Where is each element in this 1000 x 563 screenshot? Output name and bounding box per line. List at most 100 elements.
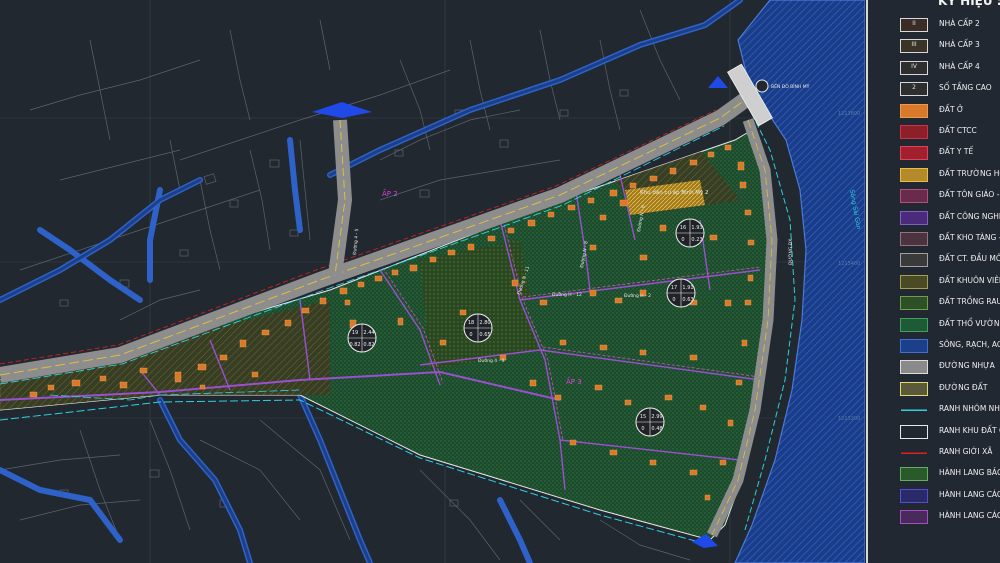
legend-item: ĐẤT TÔN GIÁO - DI TÍCH (868, 188, 1000, 208)
legend-swatch (900, 381, 928, 396)
legend-swatch: III (900, 39, 928, 54)
legend-swatch (900, 210, 928, 225)
legend-label: SỐ TẦNG CAO (939, 83, 992, 93)
lot-marker-1: 19 2.44 0.82 0.82 (347, 323, 377, 353)
lot-marker-2-v2: 2.80 (479, 320, 490, 326)
legend-label: ĐẤT CT. ĐẦU MỐI HẠ TẦNG (939, 254, 1000, 264)
lot-marker-2-v0: 18 (468, 320, 474, 326)
legend-item: ĐẤT TRƯỜNG HỌC (868, 167, 1000, 187)
legend-item: IV NHÀ CẤP 4 (868, 60, 1000, 80)
legend-panel: KÝ HIỆU : II NHÀ CẤP 2 III NHÀ CẤP 3 IV NHÀ C… (866, 0, 1000, 563)
lot-marker-3: 17 1.91 0 0.63 (666, 278, 696, 308)
lot-marker-2-v4: 0.65 (479, 332, 490, 338)
lot-marker-2-v3: 0 (469, 332, 472, 338)
legend-label: RANH GIỚI XÃ (939, 447, 993, 456)
coord-label-2: 1213400 (838, 261, 860, 267)
legend-label: NHÀ CẤP 3 (939, 40, 980, 50)
legend-swatch (900, 360, 928, 375)
road-label-7: ĐƯỜNG ĐX (787, 239, 794, 265)
legend-item: HÀNH LANG CÁCH LY ĐƯỜNG (868, 509, 1000, 529)
legend-item: 2 SỐ TẦNG CAO (868, 81, 1000, 101)
legend-label: ĐẤT TÔN GIÁO - DI TÍCH (939, 190, 1000, 200)
lot-marker-4-v2: 1.93 (691, 225, 702, 231)
legend-label: HÀNH LANG CÁCH LY ĐIỆN (939, 489, 1000, 499)
lot-marker-1-v2: 2.44 (363, 330, 374, 336)
legend-item: ĐẤT KHO TÀNG - BẾN BÃI (868, 231, 1000, 251)
legend-item: RANH NHÓM NHÀ (868, 402, 1000, 422)
legend-label: ĐẤT KHUÔN VIÊN NHÀ (939, 275, 1000, 285)
legend-label: NHÀ CẤP 4 (939, 61, 980, 71)
legend-item: ĐƯỜNG NHỰA (868, 359, 1000, 379)
legend-item: ĐẤT TRỒNG RAU VÀ LÚA (868, 295, 1000, 315)
legend-item: RANH GIỚI XÃ (868, 445, 1000, 465)
legend-swatch (900, 253, 928, 268)
legend-label: ĐẤT TRƯỜNG HỌC (939, 168, 1000, 178)
coord-label-3: 1213200 (838, 416, 860, 422)
lot-marker-4-v3: 0 (681, 237, 684, 243)
legend-swatch: 2 (900, 82, 928, 97)
lot-marker-1-v3: 0.82 (349, 342, 360, 348)
legend-item: ĐẤT CTCC (868, 124, 1000, 144)
lot-marker-1-v4: 0.82 (363, 342, 374, 348)
legend-label: HÀNH LANG CÁCH LY ĐƯỜNG (939, 511, 1000, 521)
legend-swatch (900, 510, 928, 525)
legend-swatch (900, 103, 928, 118)
lot-marker-2: 18 2.80 0 0.65 (463, 313, 493, 343)
lot-marker-3-v4: 0.63 (682, 297, 693, 303)
legend-swatch (900, 146, 928, 161)
lot-marker-5-v4: 0.48 (651, 426, 662, 432)
legend-swatch (900, 403, 928, 418)
lot-marker-5-v2: 2.99 (651, 414, 662, 420)
road-label-3: Đường H - 2 (624, 292, 651, 299)
lot-marker-3-v2: 1.91 (682, 285, 693, 291)
area-label: Khu dân cư ấp Bình Mỹ 2 (640, 189, 709, 196)
hamlet-label-3: ẤP 3 (566, 376, 582, 386)
legend-swatch (900, 488, 928, 503)
lot-marker-4-v0: 16 (680, 225, 686, 231)
legend-item: III NHÀ CẤP 3 (868, 38, 1000, 58)
legend-label: ĐẤT KHO TÀNG - BẾN BÃI (939, 233, 1000, 242)
planning-map: 19 2.44 0.82 0.82 18 2.80 0 0.65 17 1.91 (0, 0, 865, 563)
lot-marker-5-v0: 15 (640, 414, 646, 420)
legend-swatch-mark: III (911, 41, 917, 49)
legend-swatch (900, 189, 928, 204)
legend-item: ĐẤT Y TẾ (868, 145, 1000, 165)
legend-item: HÀNH LANG CÁCH LY ĐIỆN (868, 488, 1000, 508)
legend-label: ĐẤT Ở (939, 104, 964, 114)
legend-label: HÀNH LANG BẢO VỆ SÔNG (939, 468, 1000, 478)
legend-swatch: IV (900, 60, 928, 75)
lot-marker-4-v4: 0.23 (691, 237, 702, 243)
lot-marker-5: 15 2.99 0 0.48 (635, 407, 665, 437)
legend-label: ĐẤT TRỒNG RAU VÀ LÚA (939, 297, 1000, 307)
legend-title: KÝ HIỆU : (938, 0, 1000, 8)
legend-item: ĐẤT CÔNG NGHIỆP - TTCN (868, 210, 1000, 230)
legend-swatch-mark: IV (911, 62, 917, 70)
legend-item: ĐẤT KHUÔN VIÊN NHÀ (868, 274, 1000, 294)
road-label-2: Đường H - 12 (552, 291, 582, 298)
legend-item: SÔNG, RẠCH, AO, HỒ (868, 338, 1000, 358)
legend-item: ĐẤT THỔ VƯỜN (868, 317, 1000, 337)
legend-item: ĐẤT CT. ĐẦU MỐI HẠ TẦNG (868, 252, 1000, 272)
road-label-1: Đường 4 - 9 (478, 357, 505, 364)
legend-label: ĐƯỜNG NHỰA (939, 361, 995, 371)
lot-marker-3-v3: 0 (672, 297, 675, 303)
legend-swatch (900, 232, 928, 246)
legend-swatch (900, 424, 928, 439)
hamlet-label-2: ẤP 2 (382, 188, 398, 198)
legend-swatch-mark: 2 (912, 84, 916, 92)
legend-swatch (900, 274, 928, 289)
legend-label: ĐẤT CÔNG NGHIỆP - TTCN (939, 211, 1000, 221)
road-label-8: Đường 4 - 5 (351, 228, 360, 255)
legend-swatch (900, 467, 928, 482)
legend-item: ĐẤT Ở (868, 103, 1000, 123)
legend-item: HÀNH LANG BẢO VỆ SÔNG (868, 466, 1000, 486)
lot-marker-1-v0: 19 (352, 330, 358, 336)
legend-swatch (900, 446, 928, 460)
legend-label: ĐẤT Y TẾ (939, 147, 974, 157)
legend-label: RANH KHU ĐẤT QUY HOẠCH (939, 425, 1000, 435)
legend-swatch (900, 296, 928, 311)
legend-swatch-mark: II (912, 20, 916, 27)
lot-marker-4: 16 1.93 0 0.23 (675, 218, 705, 248)
legend-label: ĐẤT THỔ VƯỜN (939, 318, 1000, 328)
lot-marker-3-v0: 17 (671, 285, 677, 291)
